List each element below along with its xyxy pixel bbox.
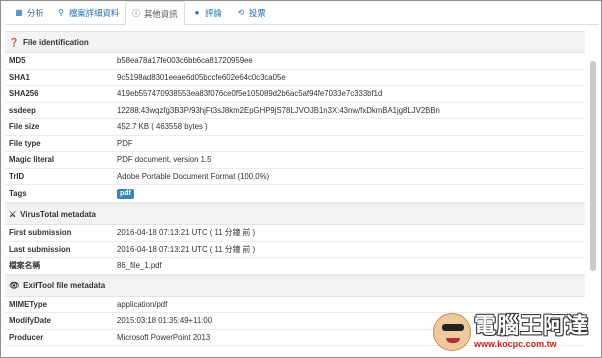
tab-label: 分析 [27, 8, 44, 18]
eye-icon: 👁 [9, 281, 20, 290]
row-key: First submission [9, 228, 72, 238]
watermark-title: 電腦王阿達 [473, 314, 589, 339]
row-value: application/pdf [117, 299, 168, 309]
table-row: MD5 b58ea78a17fe003c6bb6ca81720959ee [5, 53, 585, 70]
tab-analysis[interactable]: ▦ 分析 [9, 1, 50, 25]
section-file-identification: ❓ File identification [5, 31, 585, 53]
row-value: 2016-04-18 07:13:21 UTC ( 11 分鐘 前 ) [117, 244, 256, 254]
row-value: 9c5198ad8301eeae6d05bccfe602e64c0c3ca05e [117, 72, 286, 82]
tab-additional-info[interactable]: ⓘ 其他資訊 [125, 1, 185, 26]
tab-label: 其他資訊 [144, 8, 178, 19]
section-exiftool-metadata: 👁 ExifTool file metadata [5, 274, 585, 297]
row-value: pdf [117, 188, 585, 199]
row-key: 檔案名稱 [9, 261, 41, 271]
bar-chart-icon: ▦ [15, 8, 23, 17]
section-virustotal-metadata: ⚔ VirusTotal metadata [5, 203, 585, 225]
row-value: 12288:43wqzfg3B3P/93hjFt3sJ8km2EpGHP9jS7… [117, 105, 440, 115]
row-key: Last submission [9, 244, 71, 254]
watermark-text: 電腦王阿達 www.kocpc.com.tw [473, 314, 589, 350]
tab-comments[interactable]: ● 評論 [187, 1, 228, 25]
row-value: 452.7 KB ( 463558 bytes ) [117, 122, 208, 132]
table-row: ssdeep 12288:43wqzfg3B3P/93hjFt3sJ8km2Ep… [5, 103, 585, 119]
tab-votes[interactable]: ⟲ 投票 [231, 1, 272, 25]
row-value: Adobe Portable Document Format (100.0%) [117, 171, 270, 181]
info-content: ❓ File identification MD5 b58ea78a17fe00… [5, 31, 585, 346]
row-key: ModifyDate [9, 316, 52, 326]
site-watermark: 電腦王阿達 www.kocpc.com.tw [432, 313, 589, 351]
tab-label: 評論 [205, 8, 222, 18]
tab-bar: ▦ 分析 ⚲ 檔案詳細資料 ⓘ 其他資訊 ● 評論 ⟲ 投票 [5, 1, 599, 26]
tab-file-details[interactable]: ⚲ 檔案詳細資料 [51, 1, 125, 25]
table-row: Magic literal PDF document, version 1.5 [5, 152, 585, 169]
row-key: File size [9, 122, 40, 132]
table-row: TrID Adobe Portable Document Format (100… [5, 169, 585, 185]
row-key: MIMEType [9, 299, 47, 309]
row-value: 2016-04-18 07:13:21 UTC ( 11 分鐘 前 ) [117, 228, 256, 238]
row-key: SHA1 [9, 72, 30, 82]
vote-icon: ⟲ [237, 8, 245, 17]
search-icon: ⚲ [58, 8, 64, 17]
row-value: PDF [117, 138, 133, 148]
row-key: Magic literal [9, 155, 55, 165]
comment-icon: ● [194, 8, 200, 17]
table-row: 檔案名稱 86_file_1.pdf [5, 258, 585, 275]
row-key: SHA256 [9, 89, 39, 99]
info-icon: ⓘ [132, 8, 140, 18]
scrollbar-thumb[interactable] [590, 61, 596, 271]
section-title: ExifTool file metadata [23, 281, 106, 290]
row-value: PDF document, version 1.5 [117, 155, 212, 165]
row-key: TrID [9, 171, 25, 181]
table-row: MIMEType application/pdf [5, 297, 585, 313]
table-row: Last submission 2016-04-18 07:13:21 UTC … [5, 242, 585, 258]
table-row: SHA256 419eb557470938553ea83f076ce0f5e10… [5, 86, 585, 103]
row-value: 86_file_1.pdf [117, 261, 162, 271]
section-title: VirusTotal metadata [20, 209, 96, 219]
tab-label: 投票 [249, 8, 266, 18]
table-row: First submission 2016-04-18 07:13:21 UTC… [5, 225, 585, 242]
row-key: MD5 [9, 56, 26, 66]
browser-frame: ▦ 分析 ⚲ 檔案詳細資料 ⓘ 其他資訊 ● 評論 ⟲ 投票 ❓ File id… [0, 0, 602, 358]
table-row: SHA1 9c5198ad8301eeae6d05bccfe602e64c0c3… [5, 70, 585, 86]
tag-badge[interactable]: pdf [117, 189, 134, 199]
section-title: File identification [22, 37, 89, 47]
row-key: Producer [9, 332, 44, 342]
row-value: 419eb557470938553ea83f076ce0f5e105089d2b… [117, 89, 383, 99]
table-row: File size 452.7 KB ( 463558 bytes ) [5, 119, 585, 136]
table-row: File type PDF [5, 136, 585, 152]
virustotal-icon: ⚔ [9, 209, 17, 219]
row-value: b58ea78a17fe003c6bb6ca81720959ee [117, 56, 253, 66]
tab-label: 檔案詳細資料 [69, 8, 120, 18]
row-key: Tags [9, 189, 27, 198]
table-row: Tags pdf [5, 185, 585, 203]
row-key: File type [9, 138, 41, 148]
question-circle-icon: ❓ [9, 37, 19, 47]
row-key: ssdeep [9, 105, 36, 115]
watermark-url: www.kocpc.com.tw [473, 339, 557, 349]
mascot-logo [432, 313, 471, 351]
